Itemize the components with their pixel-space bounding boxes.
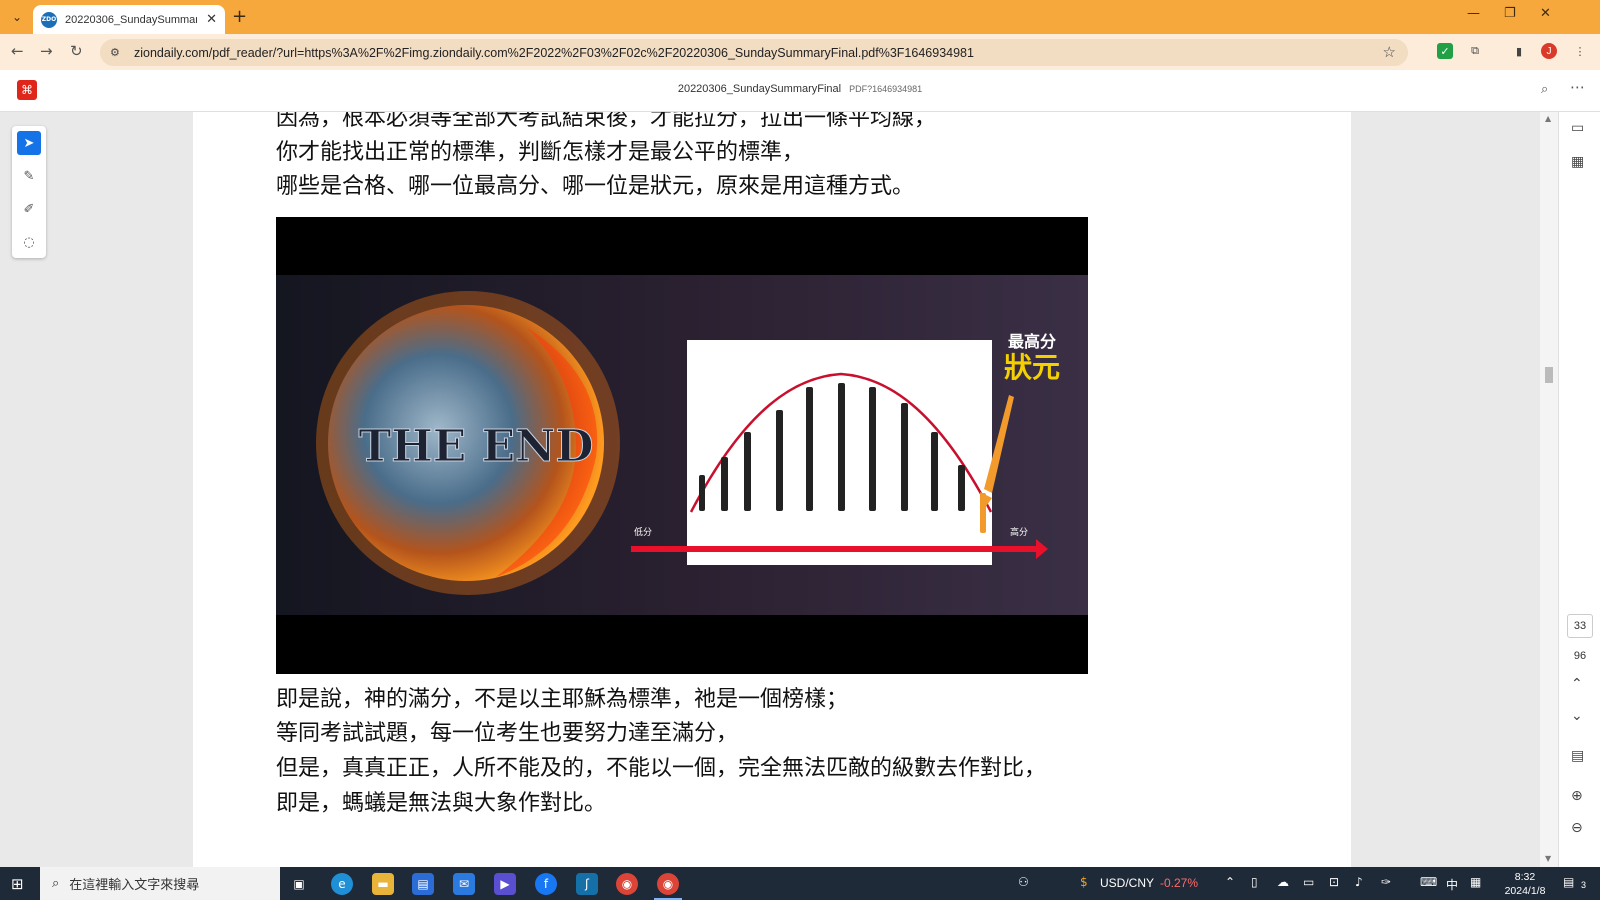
zoom-in-icon[interactable]: ⊕ <box>1571 788 1583 804</box>
lasso-tool-icon[interactable]: ◌ <box>17 230 41 254</box>
media-player-icon[interactable]: ▶ <box>494 873 516 895</box>
people-icon[interactable]: ⚇ <box>1018 875 1029 889</box>
the-end-text: THE END <box>358 421 593 472</box>
profile-avatar[interactable]: J <box>1541 43 1557 59</box>
clock-date: 2024/1/8 <box>1504 885 1546 897</box>
url-text: ziondaily.com/pdf_reader/?url=https%3A%2… <box>134 45 974 60</box>
window-close-icon[interactable]: ✕ <box>1540 6 1551 21</box>
new-tab-icon[interactable]: + <box>232 6 247 27</box>
comments-panel-icon[interactable]: ▭ <box>1571 120 1584 136</box>
browser-toolbar: ← → ↻ ⚙ ziondaily.com/pdf_reader/?url=ht… <box>0 34 1600 70</box>
zoom-out-icon[interactable]: ⊖ <box>1571 820 1583 836</box>
minimize-icon[interactable]: — <box>1467 6 1480 21</box>
notification-count: 3 <box>1581 880 1587 890</box>
ticker-symbol[interactable]: USD/CNY <box>1100 876 1154 890</box>
site-info-icon[interactable]: ⚙ <box>110 46 128 59</box>
facebook-icon[interactable]: f <box>535 873 557 895</box>
side-panel-icon[interactable]: ▮ <box>1511 43 1527 59</box>
show-hidden-icons-icon[interactable]: ⌃ <box>1225 875 1235 889</box>
scroll-thumb[interactable] <box>1545 367 1553 383</box>
network-icon[interactable]: ⊡ <box>1329 875 1339 889</box>
pen-icon[interactable]: ✑ <box>1381 875 1391 889</box>
champion-label: 狀元 <box>1004 351 1060 384</box>
extension-check-icon[interactable]: ✓ <box>1437 43 1453 59</box>
bookmark-star-icon[interactable]: ☆ <box>1383 43 1396 61</box>
edge-browser-icon[interactable]: e <box>331 873 353 895</box>
search-icon: ⌕ <box>52 876 60 891</box>
restore-icon[interactable]: ❐ <box>1504 6 1516 21</box>
back-icon[interactable]: ← <box>11 42 24 60</box>
page-total: 96 <box>1573 650 1587 662</box>
draw-tool-icon[interactable]: ✐ <box>17 197 41 221</box>
page-number-input[interactable]: 33 <box>1567 614 1593 638</box>
clock-time: 8:32 <box>1514 871 1536 883</box>
scroll-down-icon[interactable]: ▼ <box>1545 854 1551 863</box>
body-text-line: 你才能找出正常的標準，判斷怎樣才是最公平的標準， <box>276 140 805 165</box>
site-favicon-icon: ZDO <box>41 11 57 28</box>
next-page-icon[interactable]: ⌄ <box>1571 708 1583 724</box>
browser-tab[interactable]: ZDO 20220306_SundaySummaryF ✕ <box>33 5 225 34</box>
document-title: 20220306_SundaySummaryFinal PDF?164693498… <box>0 83 1600 95</box>
page-fit-icon[interactable]: ▤ <box>1571 748 1584 764</box>
vertical-scrollbar[interactable]: ▲ ▼ <box>1540 112 1558 867</box>
bell-curve-figure: THE END 最高分 狀元 低分 高分 <box>276 217 1088 674</box>
chrome-profile-icon[interactable]: ◉ <box>616 873 638 895</box>
notification-center-icon[interactable]: ▤ <box>1563 875 1574 889</box>
search-placeholder: 在這裡輸入文字來搜尋 <box>69 878 200 893</box>
comment-tool-icon[interactable]: ✎ <box>17 164 41 188</box>
thumbnails-grid-icon[interactable]: ▦ <box>1571 154 1584 170</box>
tab-search-icon[interactable]: ⌄ <box>6 7 28 27</box>
pdf-more-icon[interactable]: ⋯ <box>1570 78 1585 96</box>
tab-title: 20220306_SundaySummaryF <box>65 13 197 26</box>
script-app-icon[interactable]: ʃ <box>576 873 598 895</box>
onedrive-cloud-icon[interactable]: ☁ <box>1277 875 1289 889</box>
chrome-active-icon[interactable]: ◉ <box>657 873 679 895</box>
ime-mode-icon[interactable]: ▦ <box>1470 875 1481 889</box>
address-bar[interactable]: ⚙ ziondaily.com/pdf_reader/?url=https%3A… <box>100 39 1408 66</box>
body-text-line: 即是說，神的滿分，不是以主耶穌為標準，祂是一個榜樣； <box>276 687 849 712</box>
select-tool-icon[interactable]: ➤ <box>17 131 41 155</box>
body-text-line: 哪些是合格、哪一位最高分、哪一位是狀元，原來是用這種方式。 <box>276 174 915 199</box>
right-rail: ▭ ▦ 33 96 ⌃ ⌄ ▤ ⊕ ⊖ <box>1558 112 1600 867</box>
ticker-change: -0.27% <box>1160 876 1199 890</box>
document-name: 20220306_SundaySummaryFinal <box>677 83 842 95</box>
task-view-icon[interactable]: ▣ <box>288 873 310 895</box>
taskbar-search-box[interactable]: ⌕ 在這裡輸入文字來搜尋 <box>40 867 280 900</box>
meet-now-icon[interactable]: ▯ <box>1251 875 1258 889</box>
body-text-line: 等同考試試題，每一位考生也要努力達至滿分， <box>276 721 739 746</box>
file-explorer-icon[interactable]: ▬ <box>372 873 394 895</box>
document-subtitle: PDF?1646934981 <box>849 84 923 94</box>
tab-close-icon[interactable]: ✕ <box>206 12 217 27</box>
body-text-line: 即是，螞蟻是無法與大象作對比。 <box>276 791 607 816</box>
figure-svg: THE END 最高分 狀元 低分 高分 <box>276 275 1088 615</box>
windows-start-icon[interactable]: ⊞ <box>11 875 24 893</box>
windows-taskbar: ⊞ ⌕ 在這裡輸入文字來搜尋 ▣ e ▬ ▤ ✉ ▶ f ʃ ◉ ◉ ⚇ $ U… <box>0 867 1600 900</box>
store-icon[interactable]: ▤ <box>412 873 434 895</box>
top-score-label: 最高分 <box>1008 332 1056 351</box>
previous-page-icon[interactable]: ⌃ <box>1571 676 1583 692</box>
pdf-viewer: ➤ ✎ ✐ ◌ 因為，根本必須等全部大考試結束後，才能拉分，拉出一條平均線， 你… <box>0 112 1600 867</box>
annotation-toolbar: ➤ ✎ ✐ ◌ <box>12 126 46 258</box>
scroll-up-icon[interactable]: ▲ <box>1545 114 1551 123</box>
system-clock[interactable]: 8:32 2024/1/8 <box>1500 870 1550 898</box>
volume-icon[interactable]: ♪ <box>1355 875 1363 889</box>
mail-icon[interactable]: ✉ <box>453 873 475 895</box>
body-text-line: 但是，真真正正，人所不能及的，不能以一個，完全無法匹敵的級數去作對比， <box>276 756 1047 781</box>
low-score-label: 低分 <box>634 526 652 538</box>
reload-icon[interactable]: ↻ <box>70 42 83 60</box>
ime-indicator[interactable]: 中 <box>1446 876 1458 893</box>
forward-icon[interactable]: → <box>40 42 53 60</box>
keyboard-icon[interactable]: ⌨ <box>1420 875 1437 889</box>
body-text-line: 因為，根本必須等全部大考試結束後，才能拉分，拉出一條平均線， <box>276 112 937 131</box>
high-score-label: 高分 <box>1010 526 1028 538</box>
battery-icon[interactable]: ▭ <box>1303 875 1314 889</box>
pdf-header: ⌘ 20220306_SundaySummaryFinal PDF?1646934… <box>0 70 1600 112</box>
currency-ticker-icon: $ <box>1080 875 1088 889</box>
browser-menu-icon[interactable]: ⋮ <box>1572 43 1588 59</box>
browser-tab-strip: ⌄ ZDO 20220306_SundaySummaryF ✕ + — ❐ ✕ <box>0 0 1600 34</box>
pdf-search-icon[interactable]: ⌕ <box>1541 82 1548 97</box>
extensions-puzzle-icon[interactable]: ⧉ <box>1467 43 1483 59</box>
